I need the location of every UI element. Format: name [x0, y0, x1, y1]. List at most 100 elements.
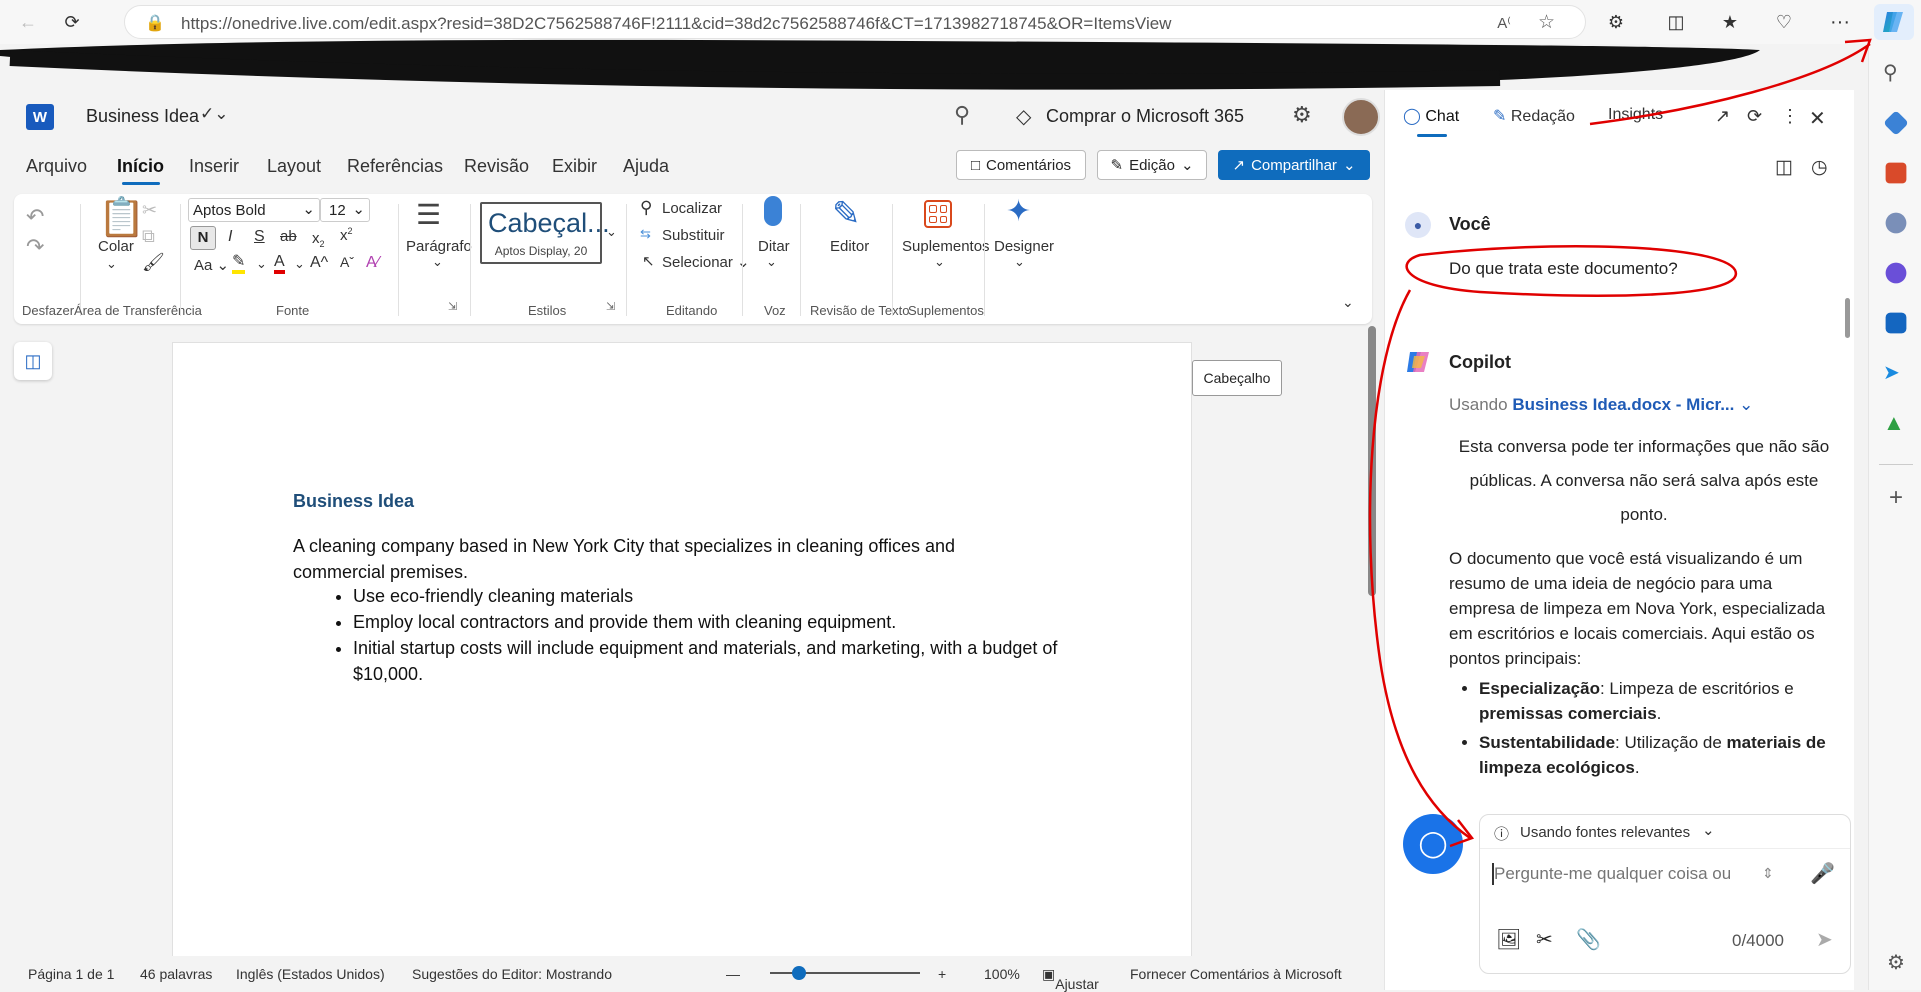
avatar[interactable]: [1342, 98, 1380, 136]
shopping-tag-icon[interactable]: [1883, 110, 1909, 136]
editor-suggestions-status[interactable]: Sugestões do Editor: Mostrando: [412, 966, 612, 982]
refresh-icon[interactable]: ⟳: [58, 8, 86, 36]
paste-chevron-icon[interactable]: ⌄: [106, 256, 117, 272]
shrink-font-button[interactable]: Aˇ: [340, 254, 354, 270]
cut-icon[interactable]: ✂: [142, 200, 157, 221]
tab-insights[interactable]: Insights: [1608, 106, 1663, 124]
add-icon[interactable]: +: [1883, 484, 1909, 511]
chevron-down-icon[interactable]: ⌄: [1014, 254, 1025, 270]
dialog-launcher-icon[interactable]: ⇲: [606, 300, 615, 313]
close-icon[interactable]: ✕: [1809, 106, 1826, 131]
extensions-icon[interactable]: ⚙: [1602, 8, 1630, 36]
tab-chat[interactable]: ◯ Chat: [1403, 106, 1459, 126]
italic-button[interactable]: I: [228, 228, 232, 246]
chevron-down-icon[interactable]: ⌄: [934, 254, 945, 270]
tab-ajuda[interactable]: Ajuda: [623, 156, 669, 177]
attach-icon[interactable]: 📎: [1576, 927, 1601, 952]
send-plane-icon[interactable]: ➤: [1883, 360, 1909, 386]
tab-revisao[interactable]: Revisão: [464, 156, 529, 177]
buy-m365-link[interactable]: Comprar o Microsoft 365: [1046, 106, 1244, 127]
screenshot-icon[interactable]: ✂: [1536, 927, 1553, 952]
zoom-slider-thumb[interactable]: [792, 966, 806, 980]
paste-clipboard-icon[interactable]: 📋: [98, 196, 145, 240]
favorite-star-icon[interactable]: ☆: [1538, 11, 1555, 34]
read-aloud-icon[interactable]: A⁽: [1497, 14, 1511, 32]
ribbon-collapse-icon[interactable]: ⌄: [1342, 294, 1354, 311]
document-page[interactable]: Business Idea A cleaning company based i…: [172, 342, 1192, 990]
tree-icon[interactable]: ▲: [1883, 410, 1909, 436]
chevron-down-icon[interactable]: ⌄: [432, 254, 443, 270]
copilot-toggle-button[interactable]: [1874, 4, 1914, 40]
browser-essentials-icon[interactable]: ♡: [1770, 8, 1798, 36]
send-icon[interactable]: ➤: [1816, 927, 1833, 952]
chat-input[interactable]: [1494, 859, 1730, 889]
find-icon[interactable]: ⚲: [640, 198, 652, 218]
zoom-in-button[interactable]: +: [938, 966, 946, 982]
doc-heading[interactable]: Business Idea: [293, 491, 414, 512]
redo-icon[interactable]: ↷: [26, 234, 44, 260]
microphone-icon[interactable]: [764, 196, 782, 226]
clear-format-icon[interactable]: A∕: [366, 254, 379, 272]
tab-layout[interactable]: Layout: [267, 156, 321, 177]
more-icon[interactable]: ···: [1826, 8, 1854, 36]
copy-icon[interactable]: ⧉: [142, 226, 155, 247]
tab-redacao[interactable]: ✎ Redação: [1493, 106, 1575, 126]
font-size-select[interactable]: 12 ⌄: [320, 198, 370, 222]
settings-gear-icon[interactable]: ⚙: [1292, 102, 1312, 128]
zoom-level[interactable]: 100%: [984, 966, 1020, 982]
dictate-button[interactable]: Ditar: [758, 238, 790, 255]
plugins-icon[interactable]: ◫: [1775, 156, 1793, 179]
history-icon[interactable]: ◷: [1811, 156, 1828, 179]
refresh-icon[interactable]: ⟳: [1747, 106, 1762, 127]
microphone-icon[interactable]: 🎤: [1810, 861, 1835, 886]
designer-button[interactable]: Designer: [994, 238, 1054, 255]
comments-button[interactable]: □ Comentários: [956, 150, 1086, 180]
language-status[interactable]: Inglês (Estados Unidos): [236, 966, 385, 982]
games-icon[interactable]: [1885, 212, 1907, 234]
chat-scrollbar[interactable]: [1845, 298, 1850, 338]
header-tag[interactable]: Cabeçalho: [1192, 360, 1282, 396]
font-name-select[interactable]: Aptos Bold ⌄: [188, 198, 320, 222]
select-cursor-icon[interactable]: ↖: [642, 252, 655, 270]
using-document-row[interactable]: Usando Business Idea.docx - Micr... ⌄: [1449, 392, 1753, 417]
grow-font-button[interactable]: A^: [310, 254, 328, 272]
document-scrollbar[interactable]: [1368, 326, 1376, 596]
highlight-icon[interactable]: ✎: [232, 254, 246, 274]
outlook-icon[interactable]: [1885, 312, 1907, 334]
tab-inserir[interactable]: Inserir: [189, 156, 239, 177]
sources-toggle[interactable]: ⓘ Usando fontes relevantes ⌄: [1480, 815, 1850, 849]
search-icon[interactable]: ⚲: [954, 102, 970, 128]
favorites-icon[interactable]: ★: [1716, 8, 1744, 36]
more-vertical-icon[interactable]: ⋮: [1781, 106, 1799, 127]
paste-label[interactable]: Colar: [98, 238, 134, 255]
style-heading-tile[interactable]: Cabeçal... Aptos Display, 20: [480, 202, 610, 264]
settings-gear-icon[interactable]: ⚙: [1883, 950, 1909, 976]
search-icon[interactable]: ⚲: [1883, 60, 1909, 86]
superscript-button[interactable]: x2: [340, 226, 353, 244]
list-item[interactable]: Employ local contractors and provide the…: [353, 609, 1073, 635]
addins-grid-icon[interactable]: [924, 200, 952, 228]
fit-button[interactable]: ▣ Ajustar: [1042, 966, 1099, 992]
chevron-down-icon[interactable]: ⌄: [766, 254, 777, 270]
paragraph-icon[interactable]: ☰: [416, 198, 441, 231]
address-bar[interactable]: 🔒 https://onedrive.live.com/edit.aspx?re…: [124, 5, 1586, 39]
back-icon[interactable]: ←: [14, 8, 42, 36]
list-item[interactable]: Initial startup costs will include equip…: [353, 635, 1073, 687]
change-case-button[interactable]: Aa ⌄: [194, 256, 229, 274]
tools-briefcase-icon[interactable]: [1885, 162, 1907, 184]
format-painter-icon[interactable]: 🖌: [142, 252, 165, 273]
zoom-out-button[interactable]: —: [726, 966, 740, 982]
resize-icon[interactable]: ⇕: [1762, 865, 1774, 882]
tab-exibir[interactable]: Exibir: [552, 156, 597, 177]
navigation-pane-icon[interactable]: ◫: [14, 342, 52, 380]
replace-icon[interactable]: ⇆: [640, 226, 651, 242]
tab-arquivo[interactable]: Arquivo: [26, 156, 87, 177]
chevron-down-icon[interactable]: ⌄: [1739, 395, 1753, 414]
m365-icon[interactable]: [1885, 262, 1907, 284]
share-button[interactable]: ↗ Compartilhar ⌄: [1218, 150, 1370, 180]
undo-icon[interactable]: ↶: [26, 204, 44, 230]
select-button[interactable]: Selecionar ⌄: [662, 253, 750, 271]
bold-button[interactable]: N: [190, 226, 216, 250]
word-count[interactable]: 46 palavras: [140, 966, 212, 982]
find-button[interactable]: Localizar: [662, 200, 722, 217]
